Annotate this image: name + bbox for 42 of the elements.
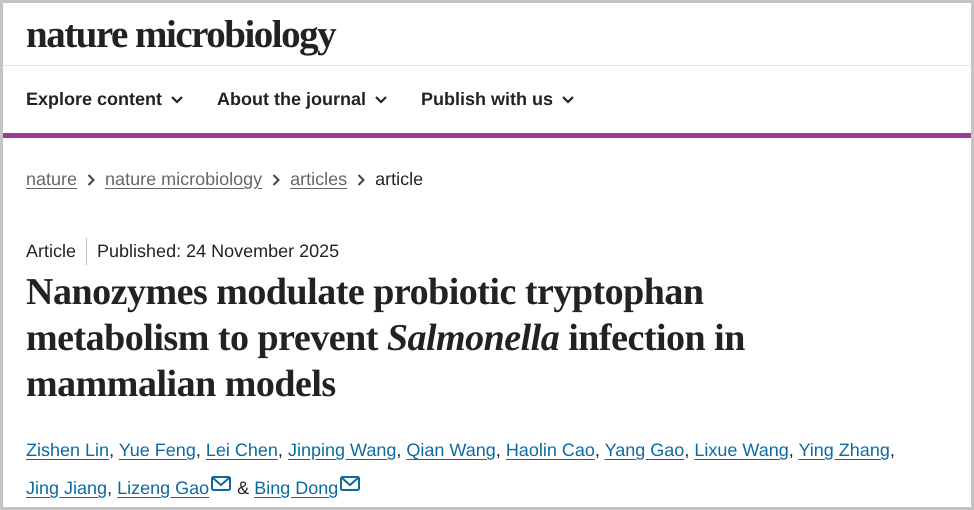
chevron-down-icon	[171, 96, 184, 104]
author-link[interactable]: Zishen Lin	[26, 440, 110, 460]
author-link[interactable]: Bing Dong	[254, 478, 338, 498]
author-link[interactable]: Lei Chen	[206, 440, 278, 460]
author-link[interactable]: Jinping Wang	[288, 440, 396, 460]
author-separator: ,	[278, 440, 283, 460]
author-separator: ,	[107, 478, 112, 498]
nav-menu[interactable]: About the journal	[217, 86, 388, 114]
journal-logo[interactable]: nature microbiology	[26, 14, 336, 54]
author-separator: ,	[396, 440, 402, 460]
author-link[interactable]: Jing Jiang	[26, 478, 108, 498]
author-separator: ,	[196, 440, 201, 460]
author-link[interactable]: Qian Wang	[406, 440, 496, 460]
nav-menu[interactable]: Explore content	[26, 86, 184, 114]
breadcrumb-link[interactable]: articles	[290, 166, 348, 193]
nav-menu[interactable]: Publish with us	[421, 86, 574, 114]
chevron-down-icon	[375, 96, 388, 104]
chevron-right-icon	[357, 174, 366, 186]
author-link[interactable]: Lizeng Gao	[117, 478, 210, 498]
published-date: Published: 24 November 2025	[96, 240, 340, 263]
mail-icon[interactable]	[340, 476, 360, 491]
author-link[interactable]: Yue Feng	[118, 440, 196, 460]
author-link[interactable]: Haolin Cao	[506, 440, 595, 460]
author-link[interactable]: Lixue Wang	[694, 440, 789, 460]
mail-icon[interactable]	[211, 476, 232, 491]
chevron-down-icon	[562, 96, 574, 104]
article-title: Nanozymes modulate probiotic tryptophan metabolism to prevent Salmonella infection in mammalian models	[25, 270, 746, 407]
breadcrumb-link[interactable]: nature	[26, 166, 78, 193]
author-separator: ,	[594, 440, 600, 460]
author-separator: ,	[496, 440, 501, 460]
breadcrumb-current: article	[375, 168, 424, 191]
author-separator: ,	[788, 440, 794, 460]
author-separator: &	[237, 478, 250, 498]
chevron-right-icon	[87, 174, 96, 186]
chevron-right-icon	[272, 174, 280, 186]
author-separator: ,	[109, 440, 114, 460]
author-separator: ,	[890, 440, 895, 460]
article-type: Article	[26, 238, 88, 265]
breadcrumb-link[interactable]: nature microbiology	[105, 166, 262, 193]
author-link[interactable]: Yang Gao	[604, 440, 684, 460]
author-link[interactable]: Ying Zhang	[798, 440, 890, 460]
author-separator: ,	[684, 440, 690, 460]
